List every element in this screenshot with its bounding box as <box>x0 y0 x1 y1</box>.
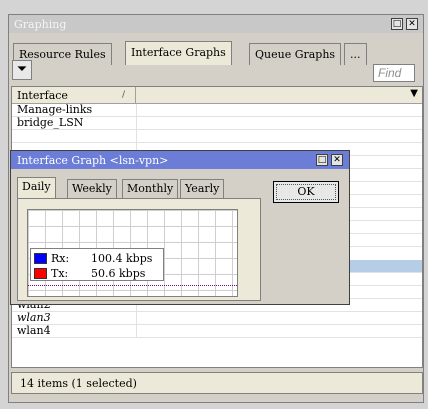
restore-icon[interactable]: □ <box>316 154 328 166</box>
tx-value: 50.6 kbps <box>91 267 146 280</box>
tab-interface-graphs[interactable]: Interface Graphs <box>125 41 232 65</box>
column-dropdown-icon[interactable]: ▼ <box>410 88 418 99</box>
filter-button[interactable]: ⏷ <box>12 60 32 80</box>
column-header-interface[interactable]: Interface / <box>12 87 136 104</box>
list-item-label: wlan3 <box>17 311 51 324</box>
rx-value: 100.4 kbps <box>91 252 153 265</box>
dialog-titlebar[interactable]: Interface Graph <lsn-vpn> □ ✕ <box>11 151 349 169</box>
interface-graph-dialog: Interface Graph <lsn-vpn> □ ✕ Daily Week… <box>10 150 350 305</box>
rx-label: Rx: <box>51 252 70 265</box>
column-header-label: Interface <box>17 89 68 102</box>
ok-button[interactable]: OK <box>273 181 339 203</box>
filter-icon: ⏷ <box>16 62 28 77</box>
list-item-label: wlan4 <box>17 324 51 337</box>
list-item[interactable]: wlan3 <box>12 312 422 325</box>
sort-icon: / <box>122 90 126 100</box>
list-item[interactable]: bridge_LSN <box>12 117 422 130</box>
find-input[interactable]: Find <box>373 64 415 82</box>
tab-weekly[interactable]: Weekly <box>67 179 117 198</box>
tx-swatch <box>34 268 47 279</box>
rx-swatch <box>34 253 47 264</box>
window-titlebar[interactable]: Graphing □ ✕ <box>9 15 423 33</box>
tab-monthly[interactable]: Monthly <box>122 179 179 198</box>
tab-daily[interactable]: Daily <box>17 177 56 198</box>
status-bar: 14 items (1 selected) <box>11 372 423 394</box>
dialog-title: Interface Graph <lsn-vpn> <box>17 154 169 167</box>
graph-baseline <box>28 285 237 286</box>
list-item-label: Manage-links <box>17 103 93 116</box>
tab-queue-graphs[interactable]: Queue Graphs <box>249 43 342 65</box>
list-header: Interface / ▼ <box>12 87 422 104</box>
tab-yearly[interactable]: Yearly <box>180 179 225 198</box>
window-title: Graphing <box>14 18 67 31</box>
list-item-label: bridge_LSN <box>17 116 84 129</box>
tab-more[interactable]: ... <box>344 43 367 65</box>
graph-legend: Rx: 100.4 kbps Tx: 50.6 kbps <box>30 248 164 281</box>
graph-panel: Rx: 100.4 kbps Tx: 50.6 kbps <box>17 198 261 301</box>
close-icon[interactable]: ✕ <box>406 18 418 30</box>
list-item[interactable] <box>12 130 422 143</box>
traffic-graph: Rx: 100.4 kbps Tx: 50.6 kbps <box>27 209 238 297</box>
tx-label: Tx: <box>51 267 69 280</box>
close-icon[interactable]: ✕ <box>331 154 343 166</box>
list-item[interactable]: wlan4 <box>12 325 422 338</box>
restore-icon[interactable]: □ <box>391 18 403 30</box>
